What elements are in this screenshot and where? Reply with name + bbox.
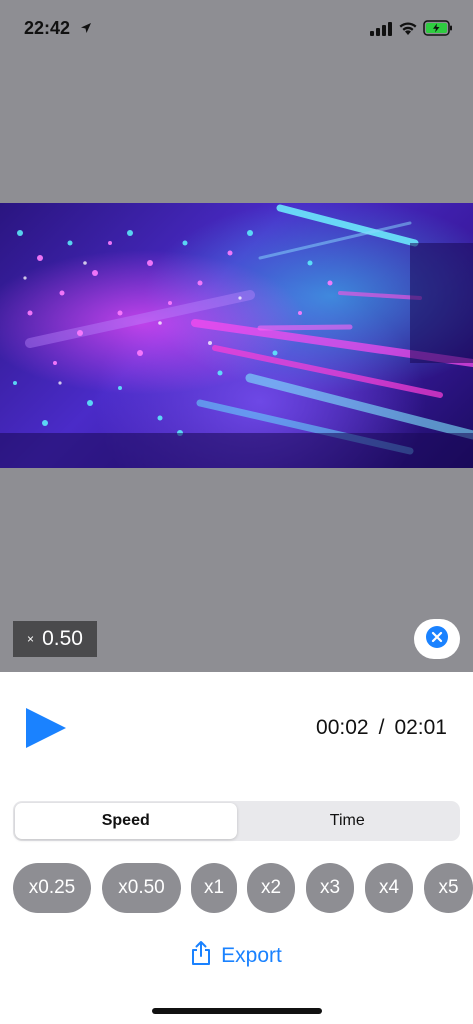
cellular-signal-icon: [370, 22, 392, 41]
close-button[interactable]: [414, 619, 460, 659]
export-label: Export: [221, 944, 282, 967]
share-icon: [191, 940, 211, 972]
speed-badge-multiplier-symbol: ×: [27, 632, 35, 646]
mode-segmented-control: Speed Time: [13, 801, 460, 841]
status-bar: 22:42: [0, 0, 473, 60]
speed-option-4[interactable]: x4: [365, 863, 413, 913]
speed-badge-value: 0.50: [42, 627, 83, 650]
tab-time[interactable]: Time: [237, 803, 459, 839]
play-button[interactable]: [25, 706, 67, 755]
status-time: 22:42: [24, 18, 71, 38]
current-time: 00:02: [316, 716, 369, 739]
speed-option-3[interactable]: x3: [306, 863, 354, 913]
timecode: 00:02 / 02:01: [316, 716, 447, 740]
speed-option-1[interactable]: x1: [191, 863, 237, 913]
video-thumbnail: [0, 203, 473, 468]
video-preview-area: 22:42 × 0.50: [0, 0, 473, 672]
speed-option-5[interactable]: x5: [424, 863, 473, 913]
wifi-icon: [398, 20, 418, 41]
time-separator: /: [378, 716, 385, 739]
home-indicator[interactable]: [152, 1008, 322, 1014]
tab-speed[interactable]: Speed: [15, 803, 237, 839]
speed-option-0-50[interactable]: x0.50: [102, 863, 181, 913]
location-arrow-icon: [80, 21, 92, 39]
speed-option-0-25[interactable]: x0.25: [13, 863, 91, 913]
speed-option-2[interactable]: x2: [247, 863, 295, 913]
close-circle-icon: [426, 625, 448, 653]
export-button[interactable]: Export: [0, 940, 473, 972]
total-time: 02:01: [394, 716, 447, 739]
speed-badge: × 0.50: [13, 621, 97, 657]
battery-charging-icon: [423, 20, 453, 41]
play-icon: [25, 708, 67, 754]
